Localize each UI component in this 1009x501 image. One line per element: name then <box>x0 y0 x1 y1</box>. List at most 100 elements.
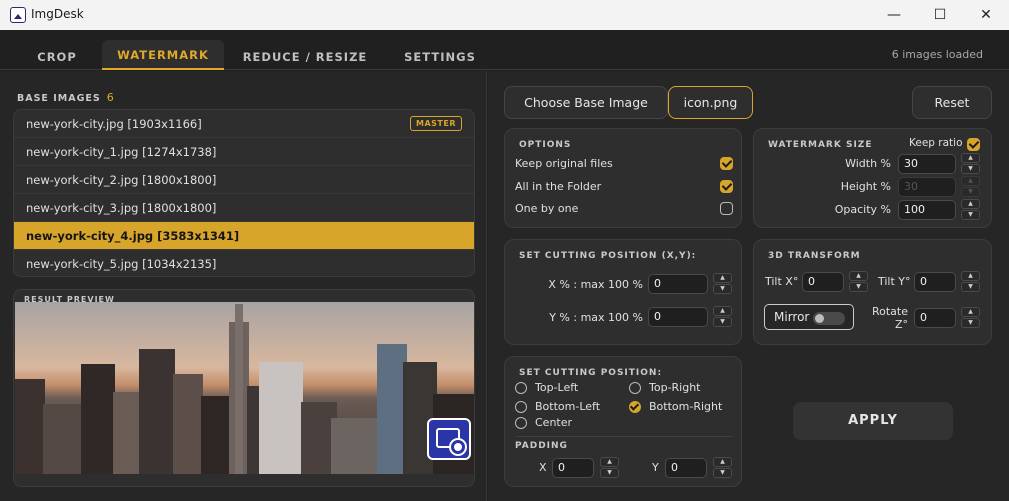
padding-y-input[interactable]: 0 <box>665 458 707 478</box>
padding-x-label: X <box>539 461 547 474</box>
images-loaded-status: 6 images loaded <box>891 48 983 61</box>
mirror-label: Mirror <box>774 310 810 324</box>
x-percent-label: X % : max 100 % <box>548 278 643 291</box>
top-right-label: Top-Right <box>649 381 701 394</box>
maximize-button[interactable]: ☐ <box>917 0 963 30</box>
top-left-label: Top-Left <box>535 381 579 394</box>
options-label: OPTIONS <box>519 140 572 150</box>
width-stepper[interactable]: ▲ ▼ <box>961 153 980 174</box>
list-item[interactable]: new-york-city.jpg [1903x1166] MASTER <box>14 110 474 138</box>
tilt-y-label: Tilt Y° <box>878 275 911 288</box>
list-item-selected[interactable]: new-york-city_4.jpg [3583x1341] <box>14 222 474 250</box>
tab-watermark[interactable]: WATERMARK <box>102 40 224 70</box>
watermark-size-label: WATERMARK SIZE <box>768 140 873 150</box>
tilt-y-input[interactable]: 0 <box>914 272 956 292</box>
mirror-toggle[interactable]: Mirror <box>764 304 854 330</box>
choose-base-image-button[interactable]: Choose Base Image <box>504 86 668 119</box>
watermark-overlay-icon <box>427 418 471 460</box>
base-images-label: BASE IMAGES <box>17 93 101 104</box>
all-folder-checkbox[interactable] <box>720 180 733 193</box>
keep-ratio-checkbox[interactable] <box>967 138 980 151</box>
y-percent-input[interactable]: 0 <box>648 307 708 327</box>
tilt-x-label: Tilt X° <box>765 275 799 288</box>
list-item-name: new-york-city_2.jpg [1800x1800] <box>26 173 217 187</box>
keep-ratio-label: Keep ratio <box>909 137 963 149</box>
bottom-left-label: Bottom-Left <box>535 400 601 413</box>
opacity-input[interactable]: 100 <box>898 200 956 220</box>
list-item-name: new-york-city_4.jpg [3583x1341] <box>26 229 240 243</box>
options-card: OPTIONS Keep original files All in the F… <box>504 128 742 228</box>
result-preview: RESULT PREVIEW <box>13 289 475 487</box>
all-folder-label: All in the Folder <box>515 180 602 193</box>
x-percent-stepper[interactable]: ▲ ▼ <box>713 273 732 294</box>
cutting-position-xy-card: SET CUTTING POSITION (X,Y): X % : max 10… <box>504 239 742 345</box>
rotate-z-stepper[interactable]: ▲ ▼ <box>961 307 980 328</box>
cutting-position-card: SET CUTTING POSITION: Top-Left Top-Right… <box>504 356 742 487</box>
title-bar: ImgDesk — ☐ ✕ <box>0 0 1009 30</box>
watermark-size-card: WATERMARK SIZE Keep ratio Width % 30 ▲ ▼ … <box>753 128 992 228</box>
base-images-list: new-york-city.jpg [1903x1166] MASTER new-… <box>13 109 475 277</box>
height-label: Height % <box>840 180 891 193</box>
cutting-position-label: SET CUTTING POSITION: <box>519 368 663 378</box>
preview-image <box>15 302 474 474</box>
keep-original-checkbox[interactable] <box>720 157 733 170</box>
one-by-one-checkbox[interactable] <box>720 202 733 215</box>
center-label: Center <box>535 416 573 429</box>
list-item[interactable]: new-york-city_5.jpg [1034x2135] <box>14 250 474 276</box>
divider <box>517 436 733 437</box>
center-radio[interactable] <box>515 417 527 429</box>
base-images-count: 6 <box>106 91 114 104</box>
tilt-x-stepper[interactable]: ▲ ▼ <box>849 271 868 292</box>
base-images-header: BASE IMAGES 6 <box>17 86 114 105</box>
list-item[interactable]: new-york-city_3.jpg [1800x1800] <box>14 194 474 222</box>
top-right-radio[interactable] <box>629 382 641 394</box>
3d-transform-label: 3D TRANSFORM <box>768 251 861 261</box>
tilt-y-stepper[interactable]: ▲ ▼ <box>961 271 980 292</box>
height-input[interactable]: 30 <box>898 177 956 197</box>
padding-x-input[interactable]: 0 <box>552 458 594 478</box>
tab-reduce-resize[interactable]: REDUCE / RESIZE <box>236 40 374 70</box>
tab-crop[interactable]: CROP <box>14 40 100 70</box>
master-badge: MASTER <box>410 116 462 131</box>
app-icon <box>10 7 26 23</box>
watermark-file-button[interactable]: icon.png <box>668 86 753 119</box>
tab-bar: CROP WATERMARK REDUCE / RESIZE SETTINGS … <box>0 30 1009 70</box>
list-item[interactable]: new-york-city_2.jpg [1800x1800] <box>14 166 474 194</box>
list-item-name: new-york-city_3.jpg [1800x1800] <box>26 201 217 215</box>
close-button[interactable]: ✕ <box>963 0 1009 30</box>
top-left-radio[interactable] <box>515 382 527 394</box>
bottom-right-label: Bottom-Right <box>649 400 723 413</box>
y-percent-label: Y % : max 100 % <box>549 311 643 324</box>
mirror-switch[interactable] <box>813 312 845 325</box>
tab-settings[interactable]: SETTINGS <box>390 40 490 70</box>
bottom-right-radio[interactable] <box>629 401 641 413</box>
window-title: ImgDesk <box>31 7 84 21</box>
opacity-stepper[interactable]: ▲ ▼ <box>961 199 980 220</box>
rotate-z-label: Rotate Z° <box>871 305 908 331</box>
list-item[interactable]: new-york-city_1.jpg [1274x1738] <box>14 138 474 166</box>
reset-button[interactable]: Reset <box>912 86 992 119</box>
bottom-left-radio[interactable] <box>515 401 527 413</box>
keep-original-label: Keep original files <box>515 157 613 170</box>
padding-y-label: Y <box>652 461 659 474</box>
list-item-name: new-york-city_5.jpg [1034x2135] <box>26 257 217 271</box>
width-input[interactable]: 30 <box>898 154 956 174</box>
right-panel: Choose Base Image icon.png Reset OPTIONS… <box>488 71 1009 501</box>
one-by-one-label: One by one <box>515 202 579 215</box>
tilt-x-input[interactable]: 0 <box>802 272 844 292</box>
height-stepper[interactable]: ▲ ▼ <box>961 176 980 197</box>
x-percent-input[interactable]: 0 <box>648 274 708 294</box>
minimize-button[interactable]: — <box>871 0 917 30</box>
left-panel: BASE IMAGES 6 new-york-city.jpg [1903x116… <box>0 71 487 501</box>
padding-label: PADDING <box>515 441 568 451</box>
rotate-z-input[interactable]: 0 <box>914 308 956 328</box>
list-item-name: new-york-city.jpg [1903x1166] <box>26 117 202 131</box>
apply-button[interactable]: APPLY <box>793 402 953 440</box>
padding-y-stepper[interactable]: ▲ ▼ <box>713 457 732 478</box>
padding-x-stepper[interactable]: ▲ ▼ <box>600 457 619 478</box>
y-percent-stepper[interactable]: ▲ ▼ <box>713 306 732 327</box>
3d-transform-card: 3D TRANSFORM Tilt X° 0 ▲ ▼ Tilt Y° 0 ▲ ▼ M… <box>753 239 992 345</box>
width-label: Width % <box>845 157 891 170</box>
opacity-label: Opacity % <box>834 203 891 216</box>
list-item-name: new-york-city_1.jpg [1274x1738] <box>26 145 217 159</box>
